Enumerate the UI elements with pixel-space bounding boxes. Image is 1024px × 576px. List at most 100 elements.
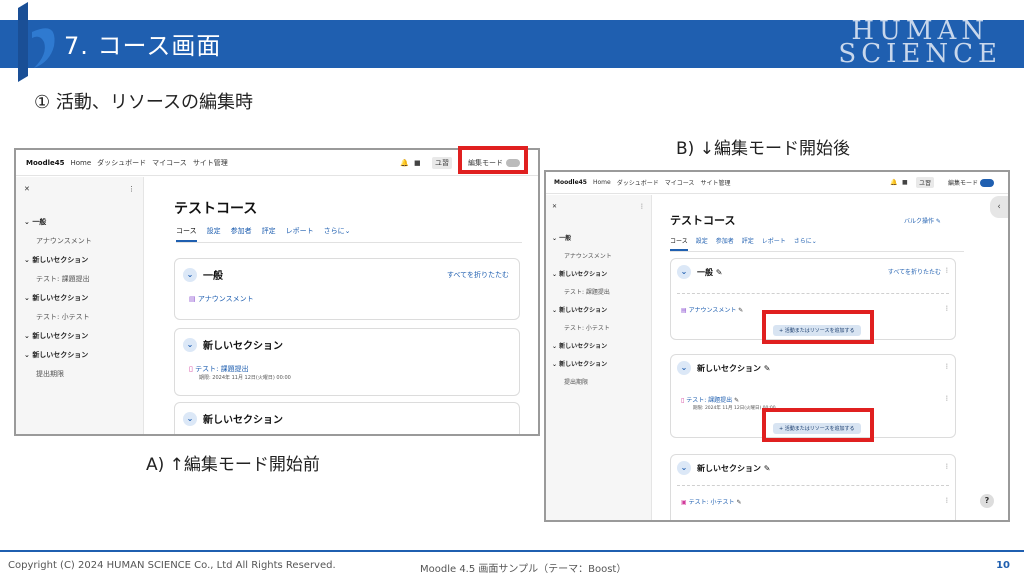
tab-reports[interactable]: レポート	[286, 226, 314, 242]
notification-bell-icon[interactable]: 🔔	[400, 159, 409, 167]
tab-more[interactable]: さらに⌄	[794, 236, 817, 251]
nav-site-admin[interactable]: サイト管理	[700, 178, 730, 187]
tab-settings[interactable]: 設定	[207, 226, 221, 242]
section-card: ⌄ 新しいセクション	[174, 402, 520, 434]
section-card: ⌄ 新しいセクション ✎ ⋮ ▣ テスト: 小テスト ✎ ⋮	[670, 454, 956, 520]
index-item[interactable]: ⌄ 新しいセクション	[552, 359, 645, 368]
user-avatar[interactable]: ユ習	[432, 156, 452, 169]
site-name[interactable]: Moodle45	[26, 159, 64, 167]
forum-icon: ▤	[681, 307, 687, 314]
course-index: ✕ ⋮ ⌄ 一般 アナウンスメント ⌄ 新しいセクション テスト: 課題提出 ⌄ …	[16, 177, 144, 434]
index-item[interactable]: ⌄ 一般	[552, 233, 645, 242]
site-name[interactable]: Moodle45	[554, 179, 587, 186]
tab-course[interactable]: コース	[670, 236, 688, 251]
index-item[interactable]: ⌄ 新しいセクション	[24, 255, 135, 265]
nav-mycourses[interactable]: マイコース	[665, 178, 695, 187]
section-title: ⌄ 新しいセクション	[183, 411, 511, 426]
tab-more[interactable]: さらに⌄	[324, 226, 351, 242]
message-icon[interactable]: ■	[902, 179, 908, 186]
message-icon[interactable]: ■	[414, 159, 421, 167]
close-drawer-icon[interactable]: ✕	[24, 185, 30, 193]
close-drawer-icon[interactable]: ✕	[552, 203, 557, 210]
chevron-down-icon[interactable]: ⌄	[183, 267, 197, 282]
index-item[interactable]: テスト: 課題提出	[24, 274, 135, 284]
page-number: 10	[996, 560, 1010, 571]
edit-mode-label: 編集モード	[948, 180, 979, 187]
notification-bell-icon[interactable]: 🔔	[890, 179, 897, 186]
more-icon[interactable]: ⋮	[639, 203, 645, 210]
activity-item[interactable]: ▤ アナウンスメント	[189, 294, 511, 304]
navbar: Moodle45 Home ダッシュボード マイコース サイト管理 🔔 ■ ユ習…	[546, 172, 1008, 194]
nav-home[interactable]: Home	[70, 159, 91, 167]
nav-dashboard[interactable]: ダッシュボード	[617, 178, 659, 187]
nav-dashboard[interactable]: ダッシュボード	[97, 158, 146, 168]
footer-note: Moodle 4.5 画面サンプル（テーマ：Boost）	[420, 564, 627, 575]
edit-pencil-icon[interactable]: ✎	[716, 268, 723, 277]
index-item[interactable]: ⌄ 新しいセクション	[24, 331, 135, 341]
chevron-down-icon[interactable]: ⌄	[677, 361, 691, 375]
activity-item[interactable]: ▣ テスト: 小テスト ✎	[681, 497, 741, 506]
activity-menu-icon[interactable]: ⋮	[944, 395, 950, 402]
tab-participants[interactable]: 参加者	[716, 236, 734, 251]
activity-menu-icon[interactable]: ⋮	[944, 497, 950, 504]
index-item[interactable]: ⌄ 新しいセクション	[552, 269, 645, 278]
slide-subtitle: ① 活動、リソースの編集時	[34, 92, 253, 113]
user-avatar[interactable]: ユ習	[916, 177, 935, 188]
index-item[interactable]: ⌄ 一般	[24, 217, 135, 227]
highlight-edit-mode	[458, 146, 528, 174]
index-item[interactable]: テスト: 課題提出	[552, 287, 645, 296]
section-menu-icon[interactable]: ⋮	[944, 463, 950, 470]
edit-pencil-icon[interactable]: ✎	[764, 464, 771, 473]
activity-item[interactable]: ▯ テスト: 課題提出 ✎	[681, 395, 739, 404]
company-logo	[18, 2, 55, 82]
drawer-toggle-icon[interactable]: ‹	[990, 196, 1008, 218]
tab-settings[interactable]: 設定	[696, 236, 708, 251]
tab-grades[interactable]: 評定	[262, 226, 276, 242]
index-item[interactable]: アナウンスメント	[24, 236, 135, 246]
edit-pencil-icon: ✎	[738, 307, 744, 314]
section-menu-icon[interactable]: ⋮	[944, 267, 950, 274]
index-item[interactable]: ⌄ 新しいセクション	[24, 350, 135, 360]
due-date: 期限: 2024年 11月 12日(火曜日) 00:00	[199, 375, 291, 381]
tab-grades[interactable]: 評定	[742, 236, 754, 251]
nav-home[interactable]: Home	[593, 179, 611, 186]
bulk-edit-link[interactable]: バルク操作 ✎	[904, 216, 941, 225]
section-title: ⌄ 新しいセクション	[183, 337, 511, 352]
chevron-down-icon[interactable]: ⌄	[183, 337, 197, 352]
collapse-all-link[interactable]: すべてを折りたたむ	[447, 270, 509, 280]
footer: Copyright (C) 2024 HUMAN SCIENCE Co., Lt…	[0, 550, 1024, 576]
more-icon[interactable]: ⋮	[128, 185, 135, 193]
nav-site-admin[interactable]: サイト管理	[193, 158, 228, 168]
index-item[interactable]: 提出期限	[552, 377, 645, 386]
activity-menu-icon[interactable]: ⋮	[944, 305, 950, 312]
index-item[interactable]: テスト: 小テスト	[24, 312, 135, 322]
course-tabs: コース 設定 参加者 評定 レポート さらに⌄	[176, 226, 522, 243]
course-tabs: コース 設定 参加者 評定 レポート さらに⌄	[670, 236, 964, 252]
edit-mode-toggle[interactable]	[980, 179, 994, 187]
help-button[interactable]: ?	[980, 494, 994, 508]
tab-reports[interactable]: レポート	[762, 236, 786, 251]
edit-pencil-icon[interactable]: ✎	[764, 364, 771, 373]
index-item[interactable]: ⌄ 新しいセクション	[552, 305, 645, 314]
index-item[interactable]: アナウンスメント	[552, 251, 645, 260]
nav-mycourses[interactable]: マイコース	[152, 158, 187, 168]
tab-participants[interactable]: 参加者	[231, 226, 252, 242]
chevron-down-icon[interactable]: ⌄	[183, 411, 197, 426]
index-item[interactable]: ⌄ 新しいセクション	[552, 341, 645, 350]
page-title: 7. コース画面	[64, 32, 222, 60]
activity-item[interactable]: ▯ テスト: 課題提出	[189, 364, 511, 374]
section-menu-icon[interactable]: ⋮	[944, 363, 950, 370]
index-item[interactable]: 提出期限	[24, 369, 135, 379]
chevron-down-icon[interactable]: ⌄	[677, 265, 691, 279]
index-item[interactable]: テスト: 小テスト	[552, 323, 645, 332]
index-item[interactable]: ⌄ 新しいセクション	[24, 293, 135, 303]
edit-pencil-icon: ✎	[734, 397, 740, 404]
highlight-add-activity	[762, 310, 874, 344]
quiz-icon: ▣	[681, 499, 687, 506]
chevron-down-icon[interactable]: ⌄	[677, 461, 691, 475]
collapse-all-link[interactable]: すべてを折りたたむ	[888, 267, 941, 276]
tab-course[interactable]: コース	[176, 226, 197, 242]
course-title: テストコース	[670, 214, 736, 227]
screenshot-after-edit: Moodle45 Home ダッシュボード マイコース サイト管理 🔔 ■ ユ習…	[544, 170, 1010, 522]
activity-item[interactable]: ▤ アナウンスメント ✎	[681, 305, 743, 314]
